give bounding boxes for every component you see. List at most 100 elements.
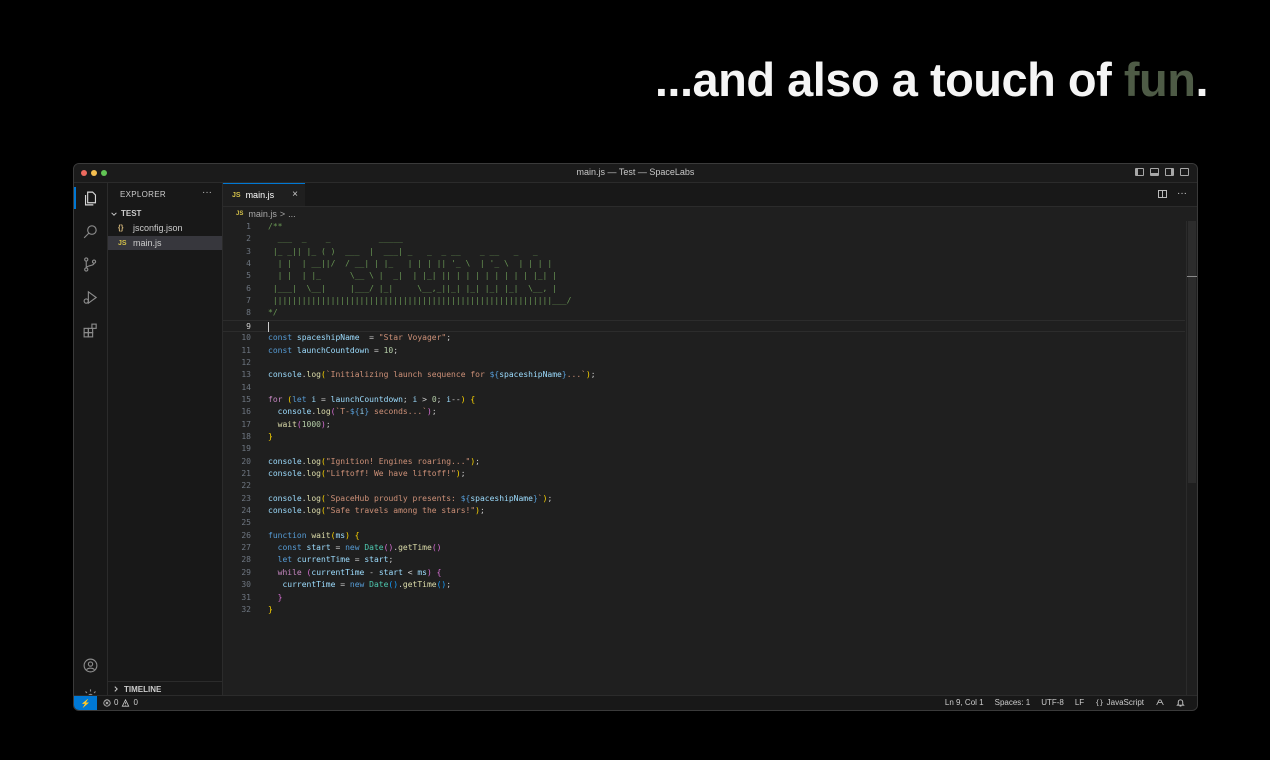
code-line[interactable]: 32}: [223, 604, 1185, 616]
code-line[interactable]: 19: [223, 443, 1185, 455]
code-line[interactable]: 30 currentTime = new Date().getTime();: [223, 579, 1185, 591]
code-line[interactable]: 1 /**: [223, 221, 1185, 233]
line-number: 8: [246, 308, 251, 318]
braces-icon: {}: [1095, 698, 1104, 707]
activity-run-debug[interactable]: [74, 284, 107, 310]
customize-layout-icon[interactable]: [1180, 168, 1189, 176]
line-number: 20: [241, 456, 251, 466]
code-line[interactable]: 18}: [223, 431, 1185, 443]
end-of-line[interactable]: LF: [1075, 698, 1084, 707]
code-line[interactable]: 7 ||||||||||||||||||||||||||||||||||||||…: [223, 295, 1185, 307]
line-text: }: [277, 592, 283, 602]
headline-prefix: ...and also a touch of: [654, 53, 1124, 106]
json-file-icon: {}: [118, 224, 124, 232]
editor-scrollbar[interactable]: [1186, 221, 1197, 696]
code-line[interactable]: 10 const spaceshipName = "Star Voyager";: [223, 332, 1185, 344]
code-line[interactable]: 13 console.log(`Initializing launch seque…: [223, 369, 1185, 381]
code-line[interactable]: 8 */: [223, 307, 1185, 319]
line-number: 17: [241, 419, 251, 429]
code-line[interactable]: 15 for (let i = launchCountdown; i > 0; i…: [223, 394, 1185, 406]
toggle-secondary-sidebar-icon[interactable]: [1165, 168, 1174, 176]
file-item-jsconfig[interactable]: {} jsconfig.json: [108, 221, 222, 235]
code-line[interactable]: 9: [223, 319, 1185, 333]
code-line[interactable]: 28 let currentTime = start;: [223, 554, 1185, 566]
code-line[interactable]: 25: [223, 517, 1185, 529]
code-line[interactable]: 27 const start = new Date().getTime(): [223, 542, 1185, 554]
toggle-panel-icon[interactable]: [1150, 168, 1159, 176]
breadcrumb-file[interactable]: main.js: [248, 209, 277, 219]
code-line[interactable]: 2 ___ _ _ _____: [223, 233, 1185, 245]
headline-highlight: fun: [1123, 53, 1196, 106]
copilot-icon[interactable]: [1155, 698, 1165, 707]
encoding[interactable]: UTF-8: [1041, 698, 1064, 707]
code-line[interactable]: 26 function wait(ms) {: [223, 530, 1185, 542]
code-line[interactable]: 12: [223, 357, 1185, 369]
line-text: function wait(ms) {: [268, 530, 360, 540]
sidebar-more-button[interactable]: ···: [202, 187, 212, 198]
files-icon: [84, 191, 97, 205]
file-item-main-js[interactable]: JS main.js: [108, 236, 222, 250]
code-line[interactable]: 21 console.log("Liftoff! We have liftoff!…: [223, 468, 1185, 480]
line-text: const start = new Date().getTime(): [277, 543, 442, 553]
cursor-position[interactable]: Ln 9, Col 1: [945, 698, 984, 707]
line-number: 30: [241, 580, 251, 590]
code-line[interactable]: 17 wait(1000);: [223, 419, 1185, 431]
problems-indicator[interactable]: 0 0: [103, 698, 138, 707]
code-line[interactable]: 14: [223, 382, 1185, 394]
scrollbar-thumb[interactable]: [1188, 221, 1196, 483]
line-text: |_ _|| |_ ( ) ___ | ___| _ _ _ __ _ __ _…: [268, 246, 538, 256]
activity-search[interactable]: [74, 218, 107, 244]
code-line[interactable]: 5 | | | |_ \__ \ | _| | |_| || | | | | |…: [223, 270, 1185, 282]
line-text: for (let i = launchCountdown; i > 0; i--…: [268, 394, 476, 404]
extensions-icon: [83, 323, 97, 337]
code-line[interactable]: 6 |___| \__| |___/ |_| \__,_||_| |_| |_|…: [223, 283, 1185, 295]
bell-icon[interactable]: [1176, 698, 1185, 707]
line-number: 24: [241, 506, 251, 516]
indentation[interactable]: Spaces: 1: [995, 698, 1031, 707]
line-text: console.log("Liftoff! We have liftoff!")…: [268, 469, 466, 478]
tab-close-button[interactable]: ×: [292, 189, 298, 200]
code-line[interactable]: 24 console.log("Safe travels among the st…: [223, 505, 1185, 517]
line-number: 13: [241, 370, 251, 380]
code-line[interactable]: 31 }: [223, 592, 1185, 604]
file-label: main.js: [133, 238, 162, 248]
breadcrumb-symbol[interactable]: ...: [288, 209, 296, 219]
code-line[interactable]: 3 |_ _|| |_ ( ) ___ | ___| _ _ _ __ _ __…: [223, 246, 1185, 258]
activity-extensions[interactable]: [74, 317, 107, 343]
code-line[interactable]: 23 console.log(`SpaceHub proudly presents…: [223, 493, 1185, 505]
text-cursor: [268, 321, 269, 332]
tab-bar: JS main.js × ···: [223, 183, 1197, 207]
error-count: 0: [114, 698, 119, 707]
code-line[interactable]: 16 console.log(`T-${i} seconds...`);: [223, 406, 1185, 418]
code-line[interactable]: 22: [223, 480, 1185, 492]
cursor-position-marker: [1187, 276, 1197, 277]
line-text: ___ _ _ _____: [268, 234, 403, 244]
tab-main-js[interactable]: JS main.js ×: [223, 183, 305, 206]
line-number: 3: [246, 246, 251, 256]
line-text: const spaceshipName = "Star Voyager";: [268, 333, 452, 343]
line-number: 12: [241, 357, 251, 367]
line-number: 4: [246, 259, 251, 269]
folder-label: TEST: [121, 209, 142, 218]
split-editor-icon[interactable]: [1158, 190, 1167, 198]
timeline-section[interactable]: TIMELINE: [108, 681, 222, 696]
code-line[interactable]: 11 const launchCountdown = 10;: [223, 345, 1185, 357]
line-number: 23: [241, 493, 251, 503]
remote-indicator-button[interactable]: ⚡: [74, 696, 97, 710]
activity-accounts[interactable]: [74, 652, 107, 678]
folder-test[interactable]: TEST: [110, 209, 141, 218]
code-editor[interactable]: 1/** 2 ___ _ _ _____ 3 |_ _|| |_ ( ) ___ |…: [223, 221, 1185, 696]
editor-area: JS main.js × ··· JS main.js > ... 1 /** 2 …: [223, 183, 1197, 696]
line-number: 14: [241, 382, 251, 392]
editor-window: main.js — Test — SpaceLabs SP: [73, 163, 1198, 711]
activity-source-control[interactable]: [74, 251, 107, 277]
code-line[interactable]: 20 console.log("Ignition! Engines roaring…: [223, 456, 1185, 468]
line-number: 1: [246, 222, 251, 231]
activity-explorer[interactable]: [74, 185, 107, 211]
code-line[interactable]: 29 while (currentTime - start < ms) {: [223, 567, 1185, 579]
editor-more-button[interactable]: ···: [1177, 188, 1187, 199]
code-line[interactable]: 4 | | | __||/ / __| | |_ | | | || '_ \ |…: [223, 258, 1185, 270]
toggle-primary-sidebar-icon[interactable]: [1135, 168, 1144, 176]
status-bar: ⚡ 0 0 Ln 9, Col 1 Spaces: 1 UTF-8 LF {} …: [74, 695, 1197, 710]
language-mode[interactable]: {} JavaScript: [1095, 698, 1144, 707]
